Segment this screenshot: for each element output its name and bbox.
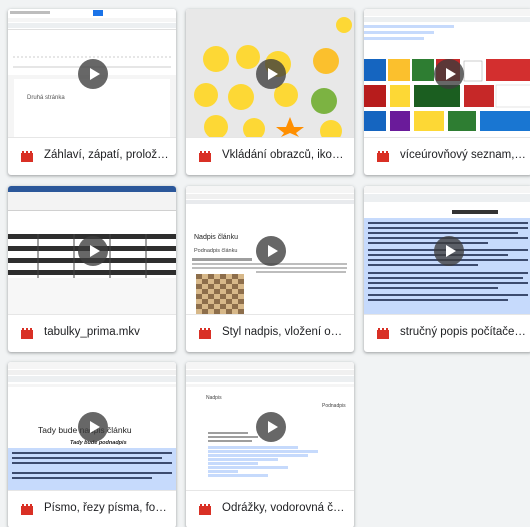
file-title: Záhlaví, zápatí, proložení z... <box>44 149 170 161</box>
video-file-icon <box>21 328 33 339</box>
file-card[interactable]: Nadpis článku Podnadpis článku Styl nadp… <box>186 186 354 352</box>
file-title: Písmo, řezy písma, formát... <box>44 502 170 514</box>
video-thumbnail: Tady bude nadpis článku Tady bude podnad… <box>8 362 176 490</box>
video-file-icon <box>199 151 211 162</box>
card-footer: Odrážky, vodorovná čára.m... <box>186 490 354 527</box>
video-thumbnail: Druhá stránka <box>8 9 176 137</box>
video-thumbnail: Nadpis Podnadpis <box>186 362 354 490</box>
file-card[interactable]: Vkládání obrazců, ikon a 3... <box>186 9 354 175</box>
file-title: stručný popis počítače - Go... <box>400 326 526 338</box>
file-card[interactable]: víceúrovňový seznam, ohra... <box>364 9 530 175</box>
file-card[interactable]: Tady bude nadpis článku Tady bude podnad… <box>8 362 176 527</box>
card-footer: Záhlaví, zápatí, proložení z... <box>8 137 176 175</box>
file-card[interactable]: tabulky_prima.mkv <box>8 186 176 352</box>
play-icon[interactable] <box>78 236 108 266</box>
thumbnail-heading: Nadpis článku <box>194 234 238 241</box>
video-thumbnail: Nadpis článku Podnadpis článku <box>186 186 354 314</box>
video-file-icon <box>377 328 389 339</box>
thumbnail-heading: Nadpis <box>206 395 222 401</box>
thumbnail-text: Druhá stránka <box>27 95 65 101</box>
file-title: Vkládání obrazců, ikon a 3... <box>222 149 348 161</box>
file-card[interactable]: stručný popis počítače - Go... <box>364 186 530 352</box>
video-thumbnail <box>364 9 530 137</box>
play-icon[interactable] <box>256 59 286 89</box>
video-file-icon <box>199 504 211 515</box>
card-footer: Vkládání obrazců, ikon a 3... <box>186 137 354 175</box>
video-thumbnail <box>364 186 530 314</box>
video-file-icon <box>21 504 33 515</box>
video-thumbnail <box>8 186 176 314</box>
play-icon[interactable] <box>256 412 286 442</box>
card-footer: Styl nadpis, vložení obrázk... <box>186 314 354 352</box>
card-footer: tabulky_prima.mkv <box>8 314 176 352</box>
file-card[interactable]: Nadpis Podnadpis Odrážky, vodorovná čára… <box>186 362 354 527</box>
file-grid: Druhá stránka Záhlaví, zápatí, proložení… <box>0 0 530 527</box>
play-icon[interactable] <box>434 59 464 89</box>
play-icon[interactable] <box>78 412 108 442</box>
card-footer: víceúrovňový seznam, ohra... <box>364 137 530 175</box>
video-file-icon <box>21 151 33 162</box>
play-icon[interactable] <box>78 59 108 89</box>
video-thumbnail <box>186 9 354 137</box>
play-icon[interactable] <box>256 236 286 266</box>
thumbnail-subheading: Podnadpis článku <box>194 248 238 254</box>
file-title: Styl nadpis, vložení obrázk... <box>222 326 348 338</box>
play-icon[interactable] <box>434 236 464 266</box>
file-title: víceúrovňový seznam, ohra... <box>400 149 526 161</box>
video-file-icon <box>377 151 389 162</box>
thumbnail-subheading: Podnadpis <box>322 403 346 409</box>
card-footer: Písmo, řezy písma, formát... <box>8 490 176 527</box>
file-title: Odrážky, vodorovná čára.m... <box>222 502 348 514</box>
file-title: tabulky_prima.mkv <box>44 326 140 338</box>
file-card[interactable]: Druhá stránka Záhlaví, zápatí, proložení… <box>8 9 176 175</box>
video-file-icon <box>199 328 211 339</box>
card-footer: stručný popis počítače - Go... <box>364 314 530 352</box>
